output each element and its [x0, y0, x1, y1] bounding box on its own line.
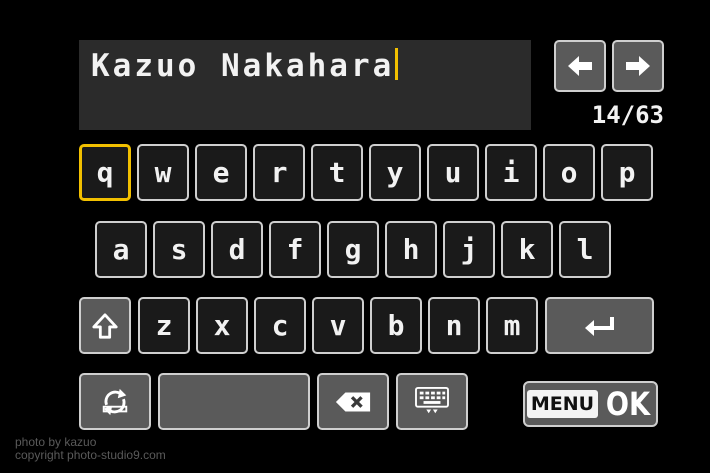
key-v[interactable]: v — [312, 297, 364, 354]
key-k[interactable]: k — [501, 221, 553, 278]
key-p[interactable]: p — [601, 144, 653, 201]
backspace-icon — [335, 392, 371, 411]
key-l[interactable]: l — [559, 221, 611, 278]
shift-key[interactable] — [79, 297, 131, 354]
character-counter: 14/63 — [591, 101, 664, 129]
backspace-key[interactable] — [317, 373, 389, 430]
key-c[interactable]: c — [254, 297, 306, 354]
key-m[interactable]: m — [486, 297, 538, 354]
key-a[interactable]: a — [95, 221, 147, 278]
right-arrow-icon — [626, 56, 650, 76]
key-o[interactable]: o — [543, 144, 595, 201]
key-e[interactable]: e — [195, 144, 247, 201]
key-t[interactable]: t — [311, 144, 363, 201]
enter-icon — [584, 316, 614, 336]
watermark: photo by kazuo copyright photo-studio9.c… — [15, 436, 166, 462]
menu-ok-button[interactable]: MENU OK — [523, 381, 658, 427]
hide-keyboard-icon — [415, 386, 449, 413]
text-input-field[interactable]: Kazuo Nakahara — [79, 40, 531, 130]
key-w[interactable]: w — [137, 144, 189, 201]
enter-key[interactable] — [545, 297, 654, 354]
space-bar[interactable] — [158, 373, 310, 430]
switch-input-mode-key[interactable] — [79, 373, 151, 430]
key-i[interactable]: i — [485, 144, 537, 201]
key-n[interactable]: n — [428, 297, 480, 354]
text-cursor — [395, 48, 399, 80]
watermark-line-2: copyright photo-studio9.com — [15, 448, 166, 462]
key-g[interactable]: g — [327, 221, 379, 278]
key-j[interactable]: j — [443, 221, 495, 278]
left-arrow-icon — [568, 56, 592, 76]
cursor-left-button[interactable] — [554, 40, 606, 92]
key-q[interactable]: q — [79, 144, 131, 201]
key-y[interactable]: y — [369, 144, 421, 201]
key-b[interactable]: b — [370, 297, 422, 354]
key-f[interactable]: f — [269, 221, 321, 278]
cursor-right-button[interactable] — [612, 40, 664, 92]
key-h[interactable]: h — [385, 221, 437, 278]
key-x[interactable]: x — [196, 297, 248, 354]
hide-keyboard-key[interactable] — [396, 373, 468, 430]
input-value: Kazuo Nakahara — [91, 48, 395, 84]
key-u[interactable]: u — [427, 144, 479, 201]
key-r[interactable]: r — [253, 144, 305, 201]
switch-input-mode-icon — [102, 388, 128, 415]
key-s[interactable]: s — [153, 221, 205, 278]
ok-label: OK — [606, 385, 651, 423]
shift-icon — [92, 312, 118, 339]
menu-label: MENU — [526, 390, 599, 418]
key-z[interactable]: z — [138, 297, 190, 354]
key-d[interactable]: d — [211, 221, 263, 278]
